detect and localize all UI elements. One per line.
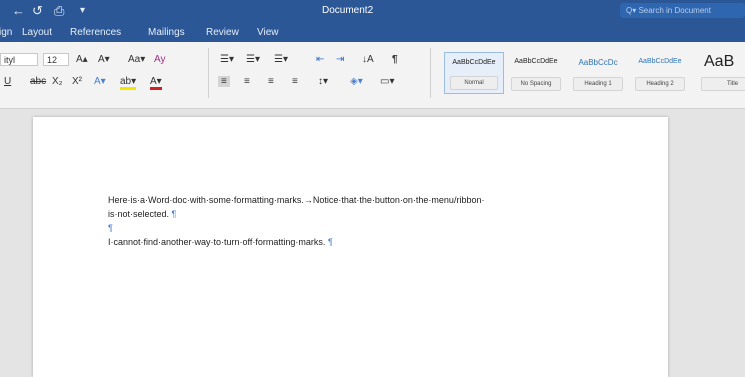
paragraph-3-text: I·cannot·find·another·way·to·turn·off·fo…	[108, 237, 326, 247]
print-icon[interactable]: ⎙	[54, 3, 64, 19]
style-heading-1[interactable]: AaBbCcDc Heading 1	[568, 52, 628, 94]
customize-toolbar-icon[interactable]: ▾	[80, 5, 85, 16]
style-no-spacing[interactable]: AaBbCcDdEe No Spacing	[506, 52, 566, 94]
style-title[interactable]: AaB Title	[696, 52, 745, 94]
increase-indent-button[interactable]: ⇥	[336, 54, 344, 65]
superscript-button[interactable]: X²	[72, 76, 82, 87]
clear-formatting-button[interactable]: Ay	[154, 54, 166, 65]
tab-mailings[interactable]: Mailings	[148, 27, 185, 38]
tab-view[interactable]: View	[257, 27, 279, 38]
style-heading-1-label: Heading 1	[573, 77, 623, 91]
tab-review[interactable]: Review	[206, 27, 239, 38]
ribbon-tabs: ign Layout References Mailings Review Vi…	[0, 22, 745, 42]
redo-icon[interactable]: ↺	[32, 3, 43, 19]
line-spacing-button[interactable]: ↕▾	[318, 76, 328, 87]
document-title: Document2	[322, 5, 374, 16]
document-paragraph-1-line-2[interactable]: is·not·selected. ¶	[108, 209, 176, 219]
align-right-button[interactable]: ≡	[268, 76, 274, 87]
shading-button[interactable]: ◈▾	[350, 76, 363, 87]
paragraph-1-text: Here·is·a·Word·doc·with·some·formatting·…	[108, 195, 485, 205]
paragraph-mark: ¶	[108, 223, 113, 233]
font-size-box[interactable]: 12	[43, 53, 69, 66]
justify-button[interactable]: ≡	[292, 76, 298, 87]
style-normal-sample: AaBbCcDdEe	[452, 59, 496, 66]
title-bar: ← ↺ ⎙ ▾ Document2 Q▾ Search in Document	[0, 0, 745, 22]
strikethrough-button[interactable]: abc	[30, 76, 46, 87]
style-heading-2[interactable]: AaBbCcDdEe Heading 2	[630, 52, 690, 94]
search-document-input[interactable]: Q▾ Search in Document	[620, 3, 745, 18]
highlight-button[interactable]: ab▾	[120, 76, 137, 90]
tab-references[interactable]: References	[70, 27, 121, 38]
bullets-button[interactable]: ☰▾	[220, 54, 234, 65]
grow-font-button[interactable]: A▴	[76, 54, 88, 65]
style-heading-1-sample: AaBbCcDc	[578, 58, 618, 67]
document-empty-paragraph[interactable]: ¶	[108, 223, 113, 233]
paragraph-mark: ¶	[327, 237, 333, 247]
tab-design[interactable]: ign	[0, 27, 12, 38]
tab-layout[interactable]: Layout	[22, 27, 52, 38]
align-center-button[interactable]: ≡	[244, 76, 250, 87]
undo-icon[interactable]: ←	[12, 3, 25, 18]
ribbon-separator	[430, 48, 431, 98]
subscript-button[interactable]: X₂	[52, 76, 63, 87]
font-color-button[interactable]: A▾	[150, 76, 162, 90]
paragraph-mark: ¶	[171, 209, 177, 219]
style-no-spacing-sample: AaBbCcDdEe	[514, 58, 558, 65]
style-no-spacing-label: No Spacing	[511, 77, 561, 91]
style-normal[interactable]: AaBbCcDdEe Normal	[444, 52, 504, 94]
decrease-indent-button[interactable]: ⇤	[316, 54, 324, 65]
borders-button[interactable]: ▭▾	[380, 76, 394, 87]
document-paragraph-1-line-1[interactable]: Here·is·a·Word·doc·with·some·formatting·…	[108, 195, 484, 205]
style-title-sample: AaB	[704, 53, 735, 70]
home-ribbon: ityl 12 A▴ A▾ Aa▾ Ay U abc X₂ X² A▾ ab▾ …	[0, 42, 745, 109]
paragraph-1-text-end: is·not·selected.	[108, 209, 170, 219]
numbering-button[interactable]: ☰▾	[246, 54, 260, 65]
ribbon-separator	[208, 48, 209, 98]
change-case-button[interactable]: Aa▾	[128, 54, 145, 65]
style-title-label: Title	[701, 77, 745, 91]
style-heading-2-label: Heading 2	[635, 77, 685, 91]
sort-button[interactable]: ↓A	[362, 54, 374, 65]
show-formatting-marks-button[interactable]: ¶	[392, 54, 398, 65]
text-effects-button[interactable]: A▾	[94, 76, 106, 87]
shrink-font-button[interactable]: A▾	[98, 54, 110, 65]
style-heading-2-sample: AaBbCcDdEe	[638, 58, 682, 65]
style-normal-label: Normal	[450, 76, 498, 90]
font-name-box[interactable]: ityl	[0, 53, 38, 66]
multilevel-list-button[interactable]: ☰▾	[274, 54, 288, 65]
underline-button[interactable]: U	[4, 76, 11, 87]
document-paragraph-3[interactable]: I·cannot·find·another·way·to·turn·off·fo…	[108, 237, 333, 247]
document-page[interactable]: Here·is·a·Word·doc·with·some·formatting·…	[33, 117, 668, 377]
align-left-button[interactable]: ≡	[218, 76, 230, 87]
